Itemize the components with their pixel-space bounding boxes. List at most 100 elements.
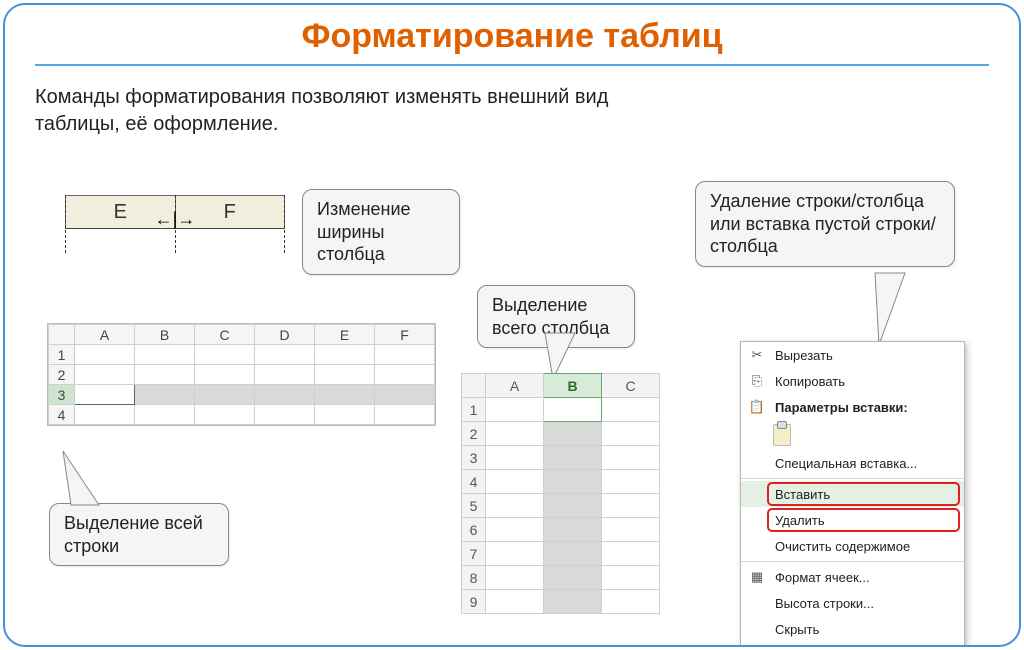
menu-item-delete[interactable]: Удалить	[741, 507, 964, 533]
column-header[interactable]: A	[486, 374, 544, 398]
callout-tail	[63, 451, 109, 511]
menu-label: Специальная вставка...	[775, 456, 917, 471]
select-all-corner[interactable]	[462, 374, 486, 398]
cell[interactable]	[544, 590, 602, 614]
cell[interactable]	[375, 365, 435, 385]
cell[interactable]	[255, 385, 315, 405]
menu-item-show[interactable]: Показать	[741, 642, 964, 647]
cell[interactable]	[75, 385, 135, 405]
menu-item-clear[interactable]: Очистить содержимое	[741, 533, 964, 559]
menu-item-hide[interactable]: Скрыть	[741, 616, 964, 642]
cell[interactable]	[544, 470, 602, 494]
cell[interactable]	[135, 385, 195, 405]
row-header[interactable]: 2	[49, 365, 75, 385]
column-header[interactable]: C	[195, 325, 255, 345]
cell[interactable]	[602, 566, 660, 590]
row-header[interactable]: 8	[462, 566, 486, 590]
cell[interactable]	[602, 494, 660, 518]
cell[interactable]	[544, 398, 602, 422]
column-header[interactable]: C	[602, 374, 660, 398]
cell[interactable]	[315, 365, 375, 385]
row-header[interactable]: 3	[49, 385, 75, 405]
menu-item-copy[interactable]: ⎘ Копировать	[741, 368, 964, 394]
cell[interactable]	[375, 405, 435, 425]
cell[interactable]	[486, 518, 544, 542]
column-header[interactable]: B	[135, 325, 195, 345]
cell[interactable]	[602, 398, 660, 422]
copy-icon: ⎘	[747, 372, 767, 390]
cell[interactable]	[602, 470, 660, 494]
cell[interactable]	[255, 365, 315, 385]
cell[interactable]	[486, 590, 544, 614]
menu-separator	[741, 561, 964, 562]
menu-item-paste-options[interactable]: 📋 Параметры вставки:	[741, 394, 964, 420]
callout-text: Изменение ширины столбца	[317, 199, 411, 264]
cell[interactable]	[195, 345, 255, 365]
cell[interactable]	[486, 470, 544, 494]
menu-item-format-cells[interactable]: ▦ Формат ячеек...	[741, 564, 964, 590]
cell[interactable]	[195, 365, 255, 385]
paste-clipboard-icon	[773, 424, 791, 446]
column-header[interactable]: A	[75, 325, 135, 345]
column-header-F[interactable]: F	[175, 195, 286, 229]
cell[interactable]	[486, 422, 544, 446]
row-header[interactable]: 5	[462, 494, 486, 518]
row-header[interactable]: 1	[462, 398, 486, 422]
cell[interactable]	[255, 345, 315, 365]
menu-item-insert[interactable]: Вставить	[741, 481, 964, 507]
cell[interactable]	[135, 405, 195, 425]
cell[interactable]	[602, 518, 660, 542]
row-header[interactable]: 2	[462, 422, 486, 446]
cell[interactable]	[544, 446, 602, 470]
cell[interactable]	[195, 405, 255, 425]
dashed-guide	[175, 195, 176, 253]
callout-text: Выделение всего столбца	[492, 295, 609, 338]
cell[interactable]	[602, 446, 660, 470]
row-header[interactable]: 6	[462, 518, 486, 542]
row-header[interactable]: 4	[49, 405, 75, 425]
row-header[interactable]: 4	[462, 470, 486, 494]
cell[interactable]	[135, 365, 195, 385]
cell[interactable]	[75, 365, 135, 385]
row-header[interactable]: 9	[462, 590, 486, 614]
menu-item-paste-special[interactable]: Специальная вставка...	[741, 450, 964, 476]
cell[interactable]	[315, 385, 375, 405]
cell[interactable]	[486, 494, 544, 518]
cell[interactable]	[486, 398, 544, 422]
menu-item-cut[interactable]: ✂ Вырезать	[741, 342, 964, 368]
cell[interactable]	[602, 590, 660, 614]
blank-icon	[747, 511, 767, 529]
cell[interactable]	[375, 385, 435, 405]
cell[interactable]	[75, 405, 135, 425]
row-header[interactable]: 3	[462, 446, 486, 470]
cell[interactable]	[75, 345, 135, 365]
select-all-corner[interactable]	[49, 325, 75, 345]
cell[interactable]	[195, 385, 255, 405]
cell[interactable]	[135, 345, 195, 365]
cell[interactable]	[544, 422, 602, 446]
cell[interactable]	[315, 345, 375, 365]
column-header[interactable]: F	[375, 325, 435, 345]
cell[interactable]	[602, 542, 660, 566]
cell[interactable]	[486, 566, 544, 590]
cell[interactable]	[375, 345, 435, 365]
cell[interactable]	[544, 494, 602, 518]
cell[interactable]	[315, 405, 375, 425]
column-header[interactable]: E	[315, 325, 375, 345]
cell[interactable]	[486, 542, 544, 566]
column-header-selected[interactable]: B	[544, 374, 602, 398]
cell[interactable]	[544, 566, 602, 590]
context-menu: ✂ Вырезать ⎘ Копировать 📋 Параметры вста…	[740, 341, 965, 647]
row-header[interactable]: 1	[49, 345, 75, 365]
cell[interactable]	[602, 422, 660, 446]
cell[interactable]	[544, 542, 602, 566]
cell[interactable]	[486, 446, 544, 470]
cell[interactable]	[544, 518, 602, 542]
paste-option-button[interactable]	[741, 420, 964, 450]
cell[interactable]	[255, 405, 315, 425]
grid-row: 4	[49, 405, 435, 425]
row-header[interactable]: 7	[462, 542, 486, 566]
menu-item-row-height[interactable]: Высота строки...	[741, 590, 964, 616]
column-header[interactable]: D	[255, 325, 315, 345]
column-header-E[interactable]: E	[65, 195, 175, 229]
